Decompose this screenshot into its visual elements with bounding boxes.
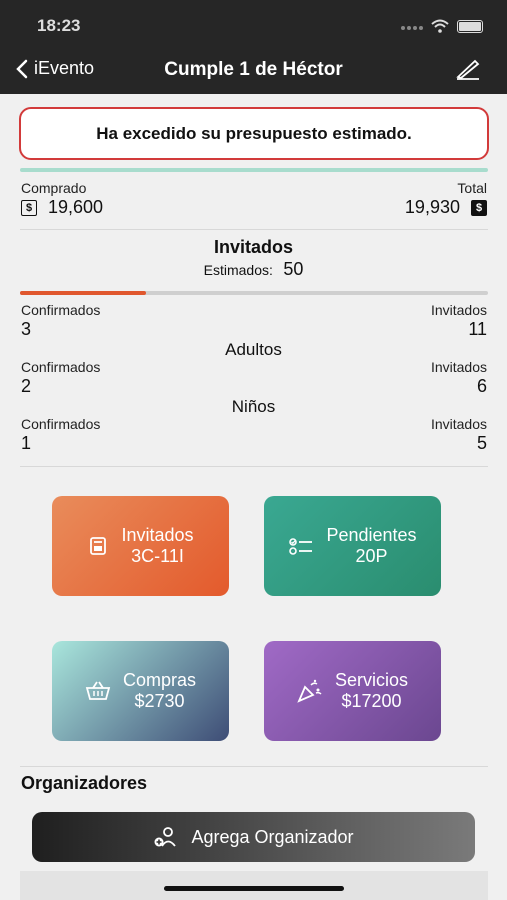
confirmed-label: Confirmados <box>21 359 101 375</box>
budget-alert: Ha excedido su presupuesto estimado. <box>19 107 489 160</box>
confirmed-label: Confirmados <box>21 302 101 318</box>
top-bar: 18:23 iEvento Cumple 1 de Héctor <box>0 0 507 94</box>
home-indicator[interactable] <box>164 886 344 891</box>
purchased-value: 19,600 <box>48 197 104 217</box>
budget-progress-bar <box>20 168 488 172</box>
purchased-label: Comprado <box>21 180 87 196</box>
invited-label: Invitados <box>430 302 487 318</box>
adults-title: Adultos <box>225 340 282 359</box>
status-time: 18:23 <box>37 16 81 35</box>
servicios-card-title: Servicios <box>334 670 409 690</box>
divider <box>20 766 488 767</box>
compras-card-value: $2730 <box>134 691 185 711</box>
children-title: Niños <box>231 397 276 416</box>
party-popper-icon <box>297 679 322 703</box>
confirmed-label: Confirmados <box>21 416 101 432</box>
invited-label: Invitados <box>430 359 487 375</box>
guests-estimated: Estimados: 50 <box>0 259 507 280</box>
divider <box>20 229 488 230</box>
add-organizer-button[interactable]: Agrega Organizador <box>32 812 475 862</box>
compras-card[interactable]: Compras $2730 <box>52 641 229 741</box>
invited-value: 5 <box>476 433 487 453</box>
confirmed-value: 3 <box>21 319 32 339</box>
basket-icon <box>85 681 111 700</box>
divider <box>20 466 488 467</box>
guests-progress-bar <box>20 291 488 295</box>
wifi-icon <box>431 19 449 33</box>
estimated-value: 50 <box>283 259 304 279</box>
invitados-card-title: Invitados <box>121 525 194 545</box>
invitados-card[interactable]: Invitados 3C-11I <box>52 496 229 596</box>
invited-value: 11 <box>468 319 487 339</box>
status-icons <box>399 17 483 35</box>
invitados-card-value: 3C-11I <box>131 546 184 566</box>
page-title: Cumple 1 de Héctor <box>164 59 343 80</box>
confirmed-value: 1 <box>21 433 32 453</box>
total-amount: 19,930 $ <box>405 197 487 218</box>
compras-card-title: Compras <box>122 670 197 690</box>
money-icon: $ <box>21 200 37 217</box>
invited-value: 6 <box>476 376 487 396</box>
battery-icon <box>457 19 483 33</box>
add-user-icon <box>154 827 177 847</box>
guests-title: Invitados <box>213 237 293 257</box>
pendientes-card-value: 20P <box>355 546 388 566</box>
guests-progress-fill <box>20 291 147 295</box>
servicios-card[interactable]: Servicios $17200 <box>264 641 441 741</box>
total-label: Total <box>457 180 487 196</box>
pendientes-card-title: Pendientes <box>326 525 417 545</box>
servicios-card-value: $17200 <box>341 691 402 711</box>
alert-message: Ha excedido su presupuesto estimado. <box>96 123 412 143</box>
guests-icon <box>90 537 107 555</box>
add-organizer-label: Agrega Organizador <box>191 826 354 847</box>
pencil-icon <box>456 59 480 80</box>
total-value: 19,930 <box>404 197 460 217</box>
edit-button[interactable] <box>455 58 481 85</box>
purchased-amount: $ 19,600 <box>21 197 103 218</box>
invited-label: Invitados <box>430 416 487 432</box>
pendientes-card[interactable]: Pendientes 20P <box>264 496 441 596</box>
cellular-icon <box>399 17 423 35</box>
organizers-title: Organizadores <box>21 773 148 793</box>
confirmed-value: 2 <box>21 376 32 396</box>
estimated-label: Estimados: <box>203 262 273 278</box>
checklist-icon <box>289 538 313 555</box>
money-icon: $ <box>471 200 487 217</box>
